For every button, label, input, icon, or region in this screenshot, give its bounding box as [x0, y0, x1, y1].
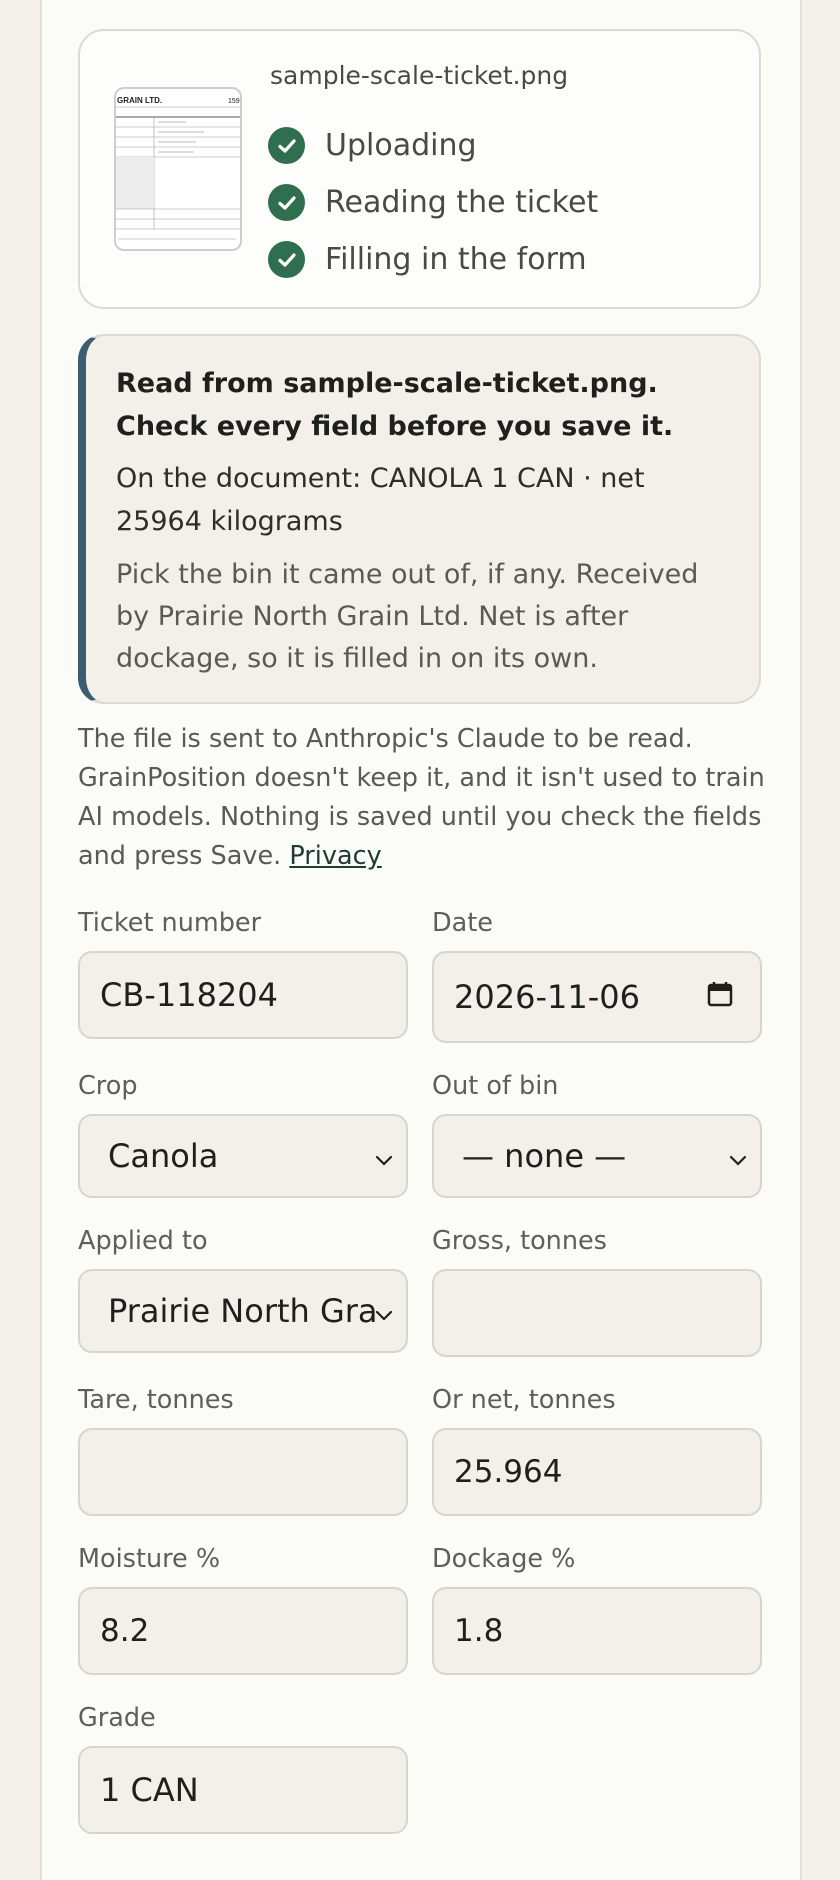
- date-input[interactable]: 2026-11-06: [432, 951, 762, 1043]
- chevron-down-icon: [728, 1137, 748, 1175]
- section-heading-partial: g: [78, 0, 99, 1]
- tare-label: Tare, tonnes: [78, 1385, 234, 1415]
- net-value: 25.964: [454, 1454, 563, 1490]
- notice-hint: Pick the bin it came out of, if any. Rec…: [116, 559, 699, 674]
- step-reading: Reading the ticket: [268, 174, 598, 231]
- chevron-down-icon: [374, 1292, 394, 1330]
- ticket-number-input[interactable]: CB-118204: [78, 951, 408, 1039]
- dockage-value: 1.8: [454, 1613, 504, 1649]
- date-label: Date: [432, 908, 493, 938]
- moisture-input[interactable]: 8.2: [78, 1587, 408, 1675]
- moisture-value: 8.2: [100, 1613, 150, 1649]
- step-filling: Filling in the form: [268, 231, 598, 288]
- thumbnail-header: GRAIN LTD.: [117, 96, 162, 105]
- calendar-icon[interactable]: [706, 978, 734, 1016]
- out-of-bin-select[interactable]: — none —: [432, 1114, 762, 1198]
- tare-input[interactable]: [78, 1428, 408, 1516]
- step-uploading: Uploading: [268, 117, 598, 174]
- out-of-bin-label: Out of bin: [432, 1071, 559, 1101]
- privacy-link[interactable]: Privacy: [289, 841, 381, 871]
- crop-value: Canola: [108, 1137, 219, 1175]
- privacy-note: The file is sent to Anthropic's Claude t…: [78, 720, 768, 876]
- upload-steps: Uploading Reading the ticket Filling in …: [268, 117, 598, 288]
- applied-to-value: Prairie North Gra: [108, 1292, 378, 1330]
- moisture-label: Moisture %: [78, 1544, 221, 1574]
- privacy-text: The file is sent to Anthropic's Claude t…: [78, 724, 765, 871]
- check-icon: [268, 241, 305, 278]
- step-label: Reading the ticket: [325, 185, 599, 220]
- dockage-label: Dockage %: [432, 1544, 576, 1574]
- gross-label: Gross, tonnes: [432, 1226, 607, 1256]
- notice-title: Read from sample-scale-ticket.png. Check…: [116, 368, 674, 442]
- net-input[interactable]: 25.964: [432, 1428, 762, 1516]
- notice-document-line: On the document: CANOLA 1 CAN · net 2596…: [116, 463, 645, 537]
- dockage-input[interactable]: 1.8: [432, 1587, 762, 1675]
- check-icon: [268, 127, 305, 164]
- grade-value: 1 CAN: [100, 1771, 199, 1809]
- date-value: 2026-11-06: [454, 978, 640, 1016]
- grade-input[interactable]: 1 CAN: [78, 1746, 408, 1834]
- review-notice: Read from sample-scale-ticket.png. Check…: [78, 334, 761, 704]
- check-icon: [268, 184, 305, 221]
- crop-label: Crop: [78, 1071, 138, 1101]
- out-of-bin-value: — none —: [462, 1137, 627, 1175]
- grade-label: Grade: [78, 1703, 156, 1733]
- net-label: Or net, tonnes: [432, 1385, 616, 1415]
- upload-filename: sample-scale-ticket.png: [270, 61, 569, 90]
- step-label: Filling in the form: [325, 242, 587, 277]
- upload-status-card: GRAIN LTD. 159 sample-scale-ticket.png U…: [78, 29, 761, 309]
- ticket-thumbnail[interactable]: GRAIN LTD. 159: [114, 87, 242, 251]
- ticket-number-value: CB-118204: [100, 976, 278, 1014]
- applied-to-select[interactable]: Prairie North Gra: [78, 1269, 408, 1353]
- step-label: Uploading: [325, 128, 477, 163]
- ticket-number-label: Ticket number: [78, 908, 262, 938]
- chevron-down-icon: [374, 1137, 394, 1175]
- thumbnail-number: 159: [228, 98, 240, 105]
- gross-input[interactable]: [432, 1269, 762, 1357]
- crop-select[interactable]: Canola: [78, 1114, 408, 1198]
- applied-to-label: Applied to: [78, 1226, 208, 1256]
